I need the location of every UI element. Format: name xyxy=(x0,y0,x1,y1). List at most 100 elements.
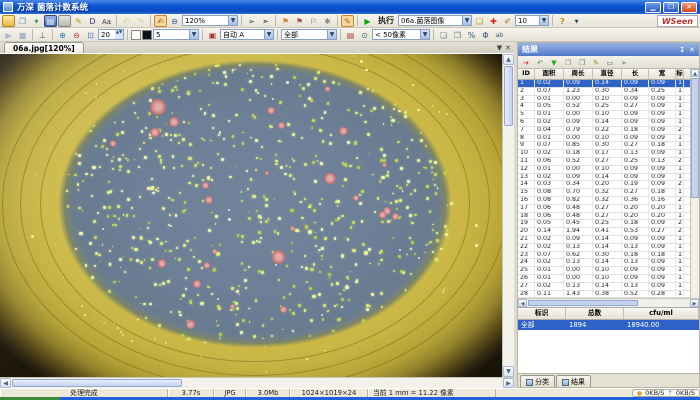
printer2-icon[interactable]: ▤ xyxy=(344,29,357,41)
column-header[interactable]: 直径 xyxy=(593,69,622,79)
table-row[interactable]: 230.070.620.300.180.181 xyxy=(518,252,690,260)
results-tab-结果[interactable]: 结果 xyxy=(556,375,591,387)
note-icon[interactable]: ❏ xyxy=(473,15,486,27)
run-button[interactable]: 执行 xyxy=(375,15,397,26)
chevron-down-icon[interactable]: ▼ xyxy=(189,30,198,39)
scroll-thumb[interactable] xyxy=(691,78,699,198)
image-horizontal-scrollbar[interactable]: ◀ ▶ xyxy=(0,377,514,388)
table-row[interactable]: 60.020.090.140.090.091 xyxy=(518,119,690,127)
image-vertical-scrollbar[interactable]: ▲ ▼ xyxy=(502,54,514,377)
scroll-left-icon[interactable]: ◀ xyxy=(518,299,527,307)
run-play-icon[interactable]: ▶ xyxy=(361,15,374,27)
table-row[interactable]: 220.020.130.140.130.091 xyxy=(518,244,690,252)
column-header[interactable]: ID xyxy=(518,69,535,79)
percent-icon[interactable]: % xyxy=(465,29,478,41)
palette-icon[interactable]: ▣ xyxy=(206,29,219,41)
stop-icon[interactable]: ■ xyxy=(16,29,29,41)
undo-icon[interactable]: ↶ xyxy=(120,15,133,27)
image-tab[interactable]: 06a.jpg[120%] xyxy=(4,42,84,53)
column-header[interactable]: 面积 xyxy=(535,69,564,79)
table-row[interactable]: 90.070.850.300.270.181 xyxy=(518,142,690,150)
table-row[interactable]: 280.111.430.380.520.281 xyxy=(518,291,690,298)
scroll-up-icon[interactable]: ▲ xyxy=(503,54,514,65)
table-row[interactable]: 140.030.340.200.190.092 xyxy=(518,181,690,189)
play-icon[interactable]: ▶ xyxy=(2,29,15,41)
chevron-down-icon[interactable]: ▼ xyxy=(420,30,429,39)
draw-icon[interactable]: D xyxy=(86,15,99,27)
table-row[interactable]: 10.020.090.140.090.091 xyxy=(518,80,690,88)
center-icon[interactable]: Φ xyxy=(479,29,492,41)
table-row[interactable]: 150.080.700.320.270.181 xyxy=(518,189,690,197)
column-header[interactable]: 宽 xyxy=(649,69,676,79)
filter-icon[interactable]: ▼ xyxy=(548,57,560,68)
results-tab-分类[interactable]: 分类 xyxy=(520,375,555,387)
chevron-down-icon[interactable]: ▼ xyxy=(462,16,471,25)
paste-icon[interactable]: ❒ xyxy=(576,57,588,68)
flag-clear-icon[interactable]: ⚐ xyxy=(307,15,320,27)
table-horizontal-scrollbar[interactable]: ◀ ▶ xyxy=(518,298,699,307)
edit-icon[interactable]: ✎ xyxy=(590,57,602,68)
copy-icon[interactable]: ❐ xyxy=(562,57,574,68)
results-table-header[interactable]: ID面积周长直径长宽标识 xyxy=(518,69,690,80)
column-header[interactable]: 标识 xyxy=(676,69,684,79)
threshold-spinner[interactable]: 20 ▲▼ xyxy=(98,29,124,40)
close-button[interactable]: ✕ xyxy=(681,2,697,13)
next-icon[interactable]: ➢ xyxy=(618,57,630,68)
doc2-icon[interactable]: ❐ xyxy=(451,29,464,41)
count-combo[interactable]: 10 ▼ xyxy=(515,15,549,26)
image-select-combo[interactable]: 06a.菌落图像 ▼ xyxy=(398,15,472,26)
table-row[interactable]: 30.010.000.100.090.091 xyxy=(518,96,690,104)
print-icon[interactable] xyxy=(58,15,71,27)
scroll-right-icon[interactable]: ▶ xyxy=(503,378,514,388)
settings-gear-icon[interactable]: ✱ xyxy=(321,15,334,27)
scroll-thumb[interactable] xyxy=(12,379,182,387)
chevron-down-icon[interactable]: ▼ xyxy=(264,30,273,39)
save-icon[interactable]: ▤ xyxy=(44,15,57,27)
edit-pencil-icon[interactable]: ✎ xyxy=(72,15,85,27)
size-filter-combo[interactable]: < 50像素 ▼ xyxy=(372,29,430,40)
bg-color-swatch[interactable] xyxy=(131,30,141,40)
table-row[interactable]: 240.020.130.140.130.091 xyxy=(518,259,690,267)
table-vertical-scrollbar[interactable]: ▲ xyxy=(690,69,699,298)
maximize-button[interactable]: ❐ xyxy=(663,2,679,13)
pin-icon[interactable]: ↧ xyxy=(679,46,685,54)
fg-color-swatch[interactable] xyxy=(142,30,152,40)
add-red-icon[interactable]: ✚ xyxy=(487,15,500,27)
chevron-down-icon[interactable]: ▼ xyxy=(228,16,237,25)
table-row[interactable]: 70.040.790.220.180.092 xyxy=(518,127,690,135)
select-rect-icon[interactable]: ▭ xyxy=(604,57,616,68)
table-row[interactable]: 100.020.180.170.130.091 xyxy=(518,150,690,158)
help-dropdown-icon[interactable]: ▼ xyxy=(570,15,583,27)
marker-tool-icon[interactable]: ✎ xyxy=(341,15,354,27)
search-icon[interactable]: ⊙ xyxy=(358,29,371,41)
text-tool-icon[interactable]: Aa xyxy=(100,15,113,27)
auto-mode-combo[interactable]: 自动 A ▼ xyxy=(220,29,274,40)
chevron-down-icon[interactable]: ▼ xyxy=(539,16,548,25)
table-row[interactable]: 40.050.520.250.270.091 xyxy=(518,103,690,111)
table-row[interactable]: 160.080.820.320.360.162 xyxy=(518,197,690,205)
spinner-arrows-icon[interactable]: ▲▼ xyxy=(115,30,123,39)
table-row[interactable]: 250.010.000.100.090.091 xyxy=(518,267,690,275)
table-row[interactable]: 20.071.230.300.340.251 xyxy=(518,88,690,96)
zoom-tool-icon[interactable]: ⊖ xyxy=(168,15,181,27)
redo-icon[interactable]: ↷ xyxy=(134,15,147,27)
export-icon[interactable]: ➔ xyxy=(520,57,532,68)
scroll-up-icon[interactable]: ▲ xyxy=(691,69,699,77)
table-row[interactable]: 190.050.450.250.180.092 xyxy=(518,220,690,228)
table-row[interactable]: 200.141.940.410.530.272 xyxy=(518,228,690,236)
scroll-thumb[interactable] xyxy=(528,300,638,306)
zoom-in-icon[interactable]: ⊕ xyxy=(56,29,69,41)
table-row[interactable]: 180.060.480.270.200.201 xyxy=(518,213,690,221)
measure-icon[interactable]: ⊥ xyxy=(36,29,49,41)
scroll-right-icon[interactable]: ▶ xyxy=(690,299,699,307)
column-header[interactable]: 长 xyxy=(622,69,649,79)
flag-remove-icon[interactable]: ⚑ xyxy=(293,15,306,27)
scroll-thumb[interactable] xyxy=(504,66,513,126)
pen-width-combo[interactable]: 5 ▼ xyxy=(153,29,199,40)
summary-row[interactable]: 全部189418940.00 xyxy=(518,320,699,330)
table-row[interactable]: 170.060.480.270.200.201 xyxy=(518,205,690,213)
zoom-fit-icon[interactable]: ⊡ xyxy=(84,29,97,41)
column-header[interactable]: 周长 xyxy=(564,69,593,79)
scroll-left-icon[interactable]: ◀ xyxy=(0,378,11,388)
zoom-out-icon[interactable]: ⊖ xyxy=(70,29,83,41)
